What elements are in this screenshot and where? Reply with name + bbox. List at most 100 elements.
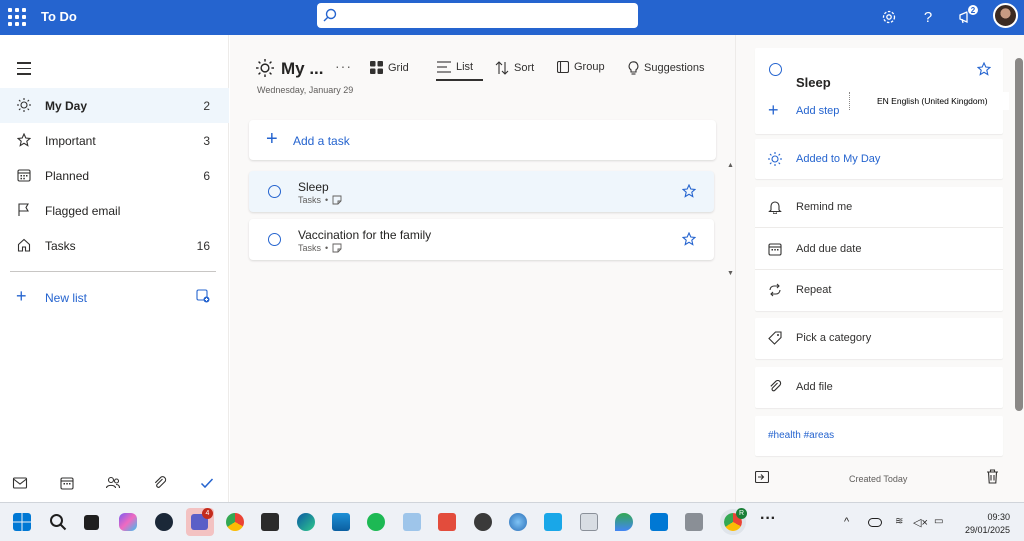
- volume-muted-icon[interactable]: ◁×: [913, 516, 928, 529]
- obs-icon[interactable]: [474, 513, 492, 531]
- remind-me-label: Remind me: [796, 201, 853, 213]
- battery-icon[interactable]: ▭: [934, 516, 947, 529]
- add-file-row[interactable]: Add file: [755, 367, 1003, 408]
- hide-detail-icon[interactable]: [755, 471, 769, 483]
- repeat-icon: [769, 283, 781, 297]
- task-row[interactable]: Vaccination for the family Tasks •: [249, 219, 714, 260]
- todo-check-icon[interactable]: [199, 475, 215, 491]
- app-icon[interactable]: [544, 513, 562, 531]
- page-title[interactable]: My ...: [281, 59, 324, 79]
- list-view-button[interactable]: List: [437, 61, 473, 73]
- add-step-button[interactable]: Add step: [796, 105, 839, 117]
- scroll-up-arrow-icon[interactable]: ▲: [727, 162, 734, 169]
- note-text: #health #areas: [768, 430, 835, 441]
- attachment-icon[interactable]: [152, 475, 168, 491]
- printer-icon[interactable]: [685, 513, 703, 531]
- detail-scrollbar[interactable]: [1015, 58, 1023, 411]
- importance-star-icon[interactable]: [977, 62, 991, 76]
- category-row[interactable]: Pick a category: [755, 318, 1003, 359]
- avatar[interactable]: [993, 3, 1018, 28]
- chevron-up-icon[interactable]: ^: [844, 516, 857, 529]
- task-view-icon[interactable]: [84, 515, 99, 530]
- onedrive-icon[interactable]: [868, 518, 882, 527]
- chrome-icon[interactable]: [226, 513, 244, 531]
- help-icon[interactable]: ?: [918, 7, 938, 27]
- windows-taskbar: 4 R ··· ^ ≋ ◁× ▭ 09:30 29/01/2025: [0, 502, 1024, 541]
- mail-icon[interactable]: [12, 475, 28, 491]
- new-list-button[interactable]: + New list: [0, 287, 229, 309]
- new-group-icon[interactable]: [196, 289, 210, 303]
- sidebar-item-label: Planned: [45, 168, 90, 183]
- new-list-label: New list: [45, 291, 88, 305]
- app-title[interactable]: To Do: [41, 9, 77, 24]
- repeat-label: Repeat: [796, 284, 832, 296]
- add-task-input[interactable]: + Add a task: [249, 120, 716, 160]
- star-icon: [17, 133, 31, 147]
- notification-badge: 2: [967, 4, 979, 16]
- group-button[interactable]: Group: [557, 61, 605, 73]
- sort-button[interactable]: Sort: [495, 61, 534, 75]
- remote-desktop-icon[interactable]: [580, 513, 598, 531]
- my-day-row[interactable]: Added to My Day: [755, 139, 1003, 179]
- due-date-label: Add due date: [796, 243, 862, 255]
- delete-trash-icon[interactable]: [986, 469, 999, 484]
- edge-icon[interactable]: [297, 513, 315, 531]
- clock-date: 29/01/2025: [964, 525, 1010, 535]
- app-launcher-icon[interactable]: [8, 8, 26, 26]
- meta-separator: •: [325, 195, 329, 205]
- sidebar-item-my-day[interactable]: My Day 2: [0, 88, 229, 123]
- hamburger-menu-icon[interactable]: [17, 62, 31, 79]
- photos-app-icon[interactable]: [332, 513, 350, 531]
- suggestions-button[interactable]: Suggestions: [628, 61, 705, 75]
- due-date-row[interactable]: Add due date: [755, 228, 1003, 270]
- sidebar-item-important[interactable]: Important 3: [0, 123, 229, 158]
- detail-task-title[interactable]: Sleep: [796, 75, 831, 90]
- task-row[interactable]: Sleep Tasks •: [249, 171, 714, 212]
- lightbulb-icon: [628, 61, 639, 75]
- sidebar-item-label: My Day: [45, 98, 88, 113]
- complete-task-checkbox[interactable]: [268, 233, 281, 246]
- sun-icon: [17, 98, 31, 112]
- copilot-icon[interactable]: [119, 513, 137, 531]
- task-title: Vaccination for the family: [298, 228, 432, 242]
- importance-star-icon[interactable]: [682, 184, 696, 198]
- wifi-icon[interactable]: ≋: [895, 516, 908, 529]
- sidebar-item-flagged-email[interactable]: Flagged email: [0, 193, 229, 228]
- complete-task-checkbox[interactable]: [268, 185, 281, 198]
- complete-task-checkbox[interactable]: [769, 63, 782, 76]
- sidebar-item-planned[interactable]: Planned 6: [0, 158, 229, 193]
- terminal-icon[interactable]: [261, 513, 279, 531]
- vscode-icon[interactable]: [650, 513, 668, 531]
- google-maps-icon[interactable]: [615, 513, 633, 531]
- app-switcher: [0, 469, 229, 499]
- sidebar-item-tasks[interactable]: Tasks 16: [0, 228, 229, 263]
- flag-icon: [18, 203, 29, 216]
- anydesk-icon[interactable]: [438, 513, 456, 531]
- grid-view-button[interactable]: Grid: [370, 61, 409, 74]
- tag-icon: [768, 331, 782, 345]
- calendar-icon[interactable]: [59, 475, 75, 491]
- app-icon[interactable]: [509, 513, 527, 531]
- remind-me-row[interactable]: Remind me: [755, 187, 1003, 228]
- repeat-row[interactable]: Repeat: [755, 270, 1003, 311]
- task-meta: Tasks •: [298, 195, 342, 205]
- windows-start-icon[interactable]: [13, 513, 31, 531]
- calendar-icon: [17, 169, 31, 182]
- more-apps-icon[interactable]: ···: [760, 511, 778, 531]
- system-clock[interactable]: 09:30 29/01/2025: [955, 511, 1010, 537]
- search-input[interactable]: [317, 3, 638, 28]
- spotify-icon[interactable]: [367, 513, 385, 531]
- note-field[interactable]: #health #areas: [755, 416, 1003, 456]
- search-icon[interactable]: [49, 513, 67, 531]
- chrome-profile-badge: R: [736, 508, 747, 519]
- sidebar-item-count: 3: [203, 133, 210, 148]
- schedule-card: Remind me Add due date Repeat: [755, 187, 1003, 311]
- people-icon[interactable]: [105, 475, 121, 491]
- sidebar: My Day 2 Important 3 Planned 6 Flagged e…: [0, 35, 229, 502]
- settings-gear-icon[interactable]: [879, 7, 899, 27]
- scroll-down-arrow-icon[interactable]: ▼: [727, 270, 734, 277]
- snipping-tool-icon[interactable]: [403, 513, 421, 531]
- steam-icon[interactable]: [155, 513, 173, 531]
- more-options-icon[interactable]: ···: [335, 58, 352, 74]
- importance-star-icon[interactable]: [682, 232, 696, 246]
